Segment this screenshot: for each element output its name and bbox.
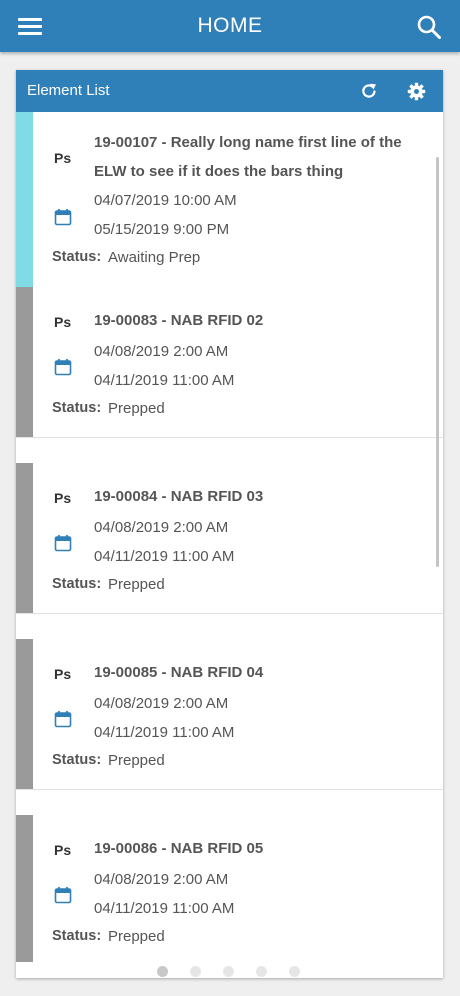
page-dot[interactable] <box>190 966 201 977</box>
calendar-icon <box>54 535 72 552</box>
page-dot[interactable] <box>157 966 168 977</box>
gear-icon[interactable] <box>407 82 426 101</box>
ps-badge: Ps <box>54 314 72 330</box>
element-list-panel: Element List Ps 19-00107 - Really long n… <box>16 70 443 978</box>
status-label: Status: <box>52 400 102 416</box>
page-dot[interactable] <box>223 966 234 977</box>
end-date: 04/11/2019 11:00 AM <box>94 372 235 389</box>
start-date: 04/08/2019 2:00 AM <box>94 871 229 888</box>
status-stripe <box>16 815 33 962</box>
calendar-icon <box>54 887 72 904</box>
page-dot[interactable] <box>256 966 267 977</box>
list-item[interactable]: Ps 19-00084 - NAB RFID 03 04/08/2019 2:0… <box>16 463 443 614</box>
end-date: 05/15/2019 9:00 PM <box>94 221 230 238</box>
status-value: Prepped <box>108 400 165 417</box>
list-item[interactable]: Ps 19-00107 - Really long name first lin… <box>16 112 443 288</box>
status-label: Status: <box>52 249 102 265</box>
page-title: HOME <box>197 14 263 37</box>
start-date: 04/08/2019 2:00 AM <box>94 695 229 712</box>
status-stripe <box>16 287 33 437</box>
list-item[interactable]: Ps 19-00083 - NAB RFID 02 04/08/2019 2:0… <box>16 287 443 438</box>
status-label: Status: <box>52 928 102 944</box>
page-indicator <box>16 966 443 978</box>
status-value: Prepped <box>108 576 165 593</box>
scrollbar[interactable] <box>436 157 439 567</box>
refresh-icon[interactable] <box>360 82 378 100</box>
page-dot[interactable] <box>289 966 300 977</box>
item-title: 19-00085 - NAB RFID 04 <box>94 664 264 681</box>
status-value: Prepped <box>108 928 165 945</box>
ps-badge: Ps <box>54 150 72 166</box>
ps-badge: Ps <box>54 490 72 506</box>
start-date: 04/08/2019 2:00 AM <box>94 343 229 360</box>
calendar-icon <box>54 711 72 728</box>
item-title: 19-00084 - NAB RFID 03 <box>94 488 264 505</box>
calendar-icon <box>54 359 72 376</box>
list-item[interactable]: Ps 19-00086 - NAB RFID 05 04/08/2019 2:0… <box>16 815 443 962</box>
ps-badge: Ps <box>54 842 72 858</box>
start-date: 04/08/2019 2:00 AM <box>94 519 229 536</box>
end-date: 04/11/2019 11:00 AM <box>94 724 235 741</box>
search-icon[interactable] <box>416 14 442 40</box>
panel-header: Element List <box>16 70 443 112</box>
status-stripe <box>16 463 33 613</box>
status-label: Status: <box>52 752 102 768</box>
status-label: Status: <box>52 576 102 592</box>
ps-badge: Ps <box>54 666 72 682</box>
status-stripe <box>16 639 33 789</box>
list-item[interactable]: Ps 19-00085 - NAB RFID 04 04/08/2019 2:0… <box>16 639 443 790</box>
status-value: Awaiting Prep <box>108 249 201 266</box>
end-date: 04/11/2019 11:00 AM <box>94 900 235 917</box>
calendar-icon <box>54 209 72 226</box>
app-header: HOME <box>0 0 460 52</box>
panel-title: Element List <box>27 82 110 99</box>
start-date: 04/07/2019 10:00 AM <box>94 192 237 209</box>
end-date: 04/11/2019 11:00 AM <box>94 548 235 565</box>
item-title: 19-00107 - Really long name first line o… <box>94 134 402 180</box>
element-list: Ps 19-00107 - Really long name first lin… <box>16 112 443 962</box>
status-stripe <box>16 112 33 287</box>
status-value: Prepped <box>108 752 165 769</box>
item-title: 19-00086 - NAB RFID 05 <box>94 840 264 857</box>
item-title: 19-00083 - NAB RFID 02 <box>94 312 264 329</box>
